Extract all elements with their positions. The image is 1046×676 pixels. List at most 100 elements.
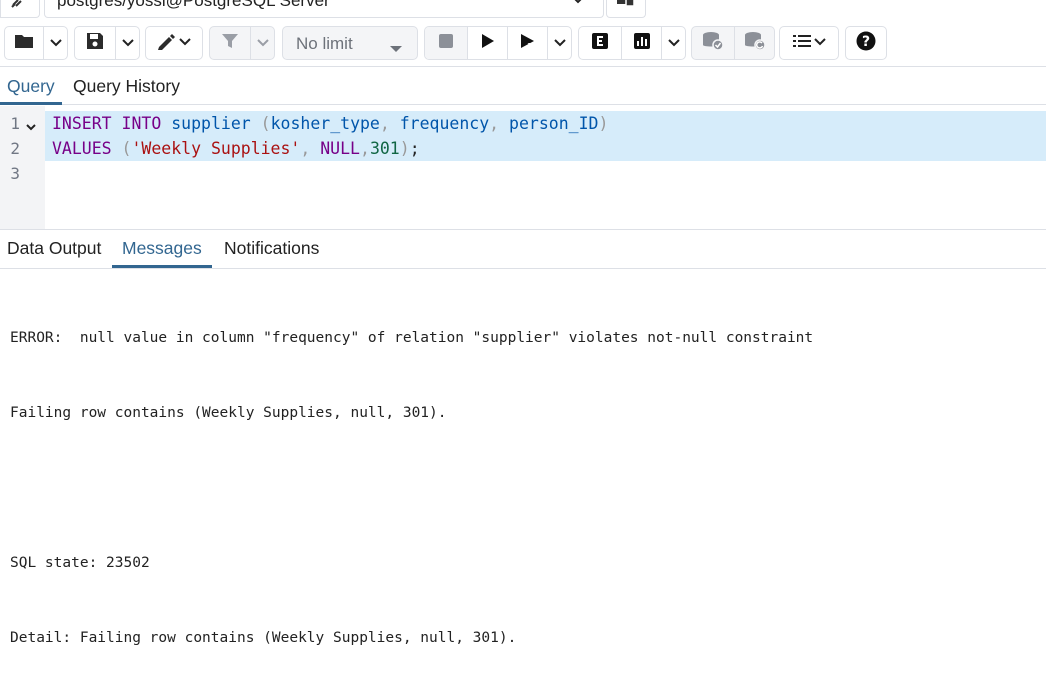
new-connection-button[interactable] xyxy=(606,0,646,18)
filter-group xyxy=(209,26,275,60)
column-name: frequency xyxy=(399,114,490,133)
punctuation: , xyxy=(379,114,390,133)
editor-gutter: 1 2 3 xyxy=(0,106,45,229)
row-limit-value: No limit xyxy=(296,34,353,53)
play-icon xyxy=(481,33,495,54)
help-button-content: ? xyxy=(846,27,886,59)
help-icon: ? xyxy=(856,31,876,56)
chevron-down-icon xyxy=(256,34,269,52)
chevron-down-icon xyxy=(553,34,566,52)
stop-button[interactable] xyxy=(425,27,467,59)
edit-button-content xyxy=(146,27,202,59)
filter-button[interactable] xyxy=(210,27,250,59)
format-button[interactable] xyxy=(779,26,839,60)
format-button-content xyxy=(780,27,838,59)
save-button[interactable] xyxy=(75,27,115,59)
column-name: kosher_type xyxy=(270,114,380,133)
commit-button[interactable] xyxy=(692,27,734,59)
explain-button[interactable] xyxy=(579,27,621,59)
rollback-button[interactable] xyxy=(734,27,774,59)
semicolon: ; xyxy=(409,139,420,158)
edit-button[interactable] xyxy=(145,26,203,60)
code-line-1: INSERT INTO supplier (kosher_type, frequ… xyxy=(45,111,1046,136)
explain-group xyxy=(578,26,686,60)
tab-query[interactable]: Query xyxy=(0,67,62,105)
query-tabs: Query Query History xyxy=(0,66,1046,105)
query-toolbar: No limit 1 ? xyxy=(0,26,1046,62)
keyword: VALUES xyxy=(52,139,112,158)
save-group xyxy=(74,26,140,60)
list-format-icon xyxy=(791,32,827,55)
keyword: NULL xyxy=(320,139,360,158)
save-icon xyxy=(86,32,104,55)
keyword: INTO xyxy=(121,114,162,133)
punctuation: ( xyxy=(121,139,132,158)
execute-group: 1 xyxy=(424,26,572,60)
failing-row-line: Failing row contains (Weekly Supplies, n… xyxy=(10,405,447,421)
execute-script-button[interactable]: 1 xyxy=(507,27,547,59)
punctuation: , xyxy=(360,139,370,158)
tab-query-history[interactable]: Query History xyxy=(66,67,187,105)
explain-dropdown[interactable] xyxy=(661,27,685,59)
save-dropdown[interactable] xyxy=(115,27,139,59)
punctuation: , xyxy=(489,114,500,133)
code-line-2: VALUES ('Weekly Supplies', NULL,301); xyxy=(45,136,1046,161)
chevron-down-icon xyxy=(571,0,585,9)
pen-icon xyxy=(156,32,192,55)
fold-chevron-icon[interactable] xyxy=(26,118,36,136)
execute-button[interactable] xyxy=(467,27,507,59)
line-number: 2 xyxy=(10,139,20,158)
keyword: INSERT xyxy=(52,114,112,133)
sql-editor[interactable]: 1 2 3 INSERT INTO supplier (kosher_type,… xyxy=(0,106,1046,230)
help-button[interactable]: ? xyxy=(845,26,887,60)
open-file-group xyxy=(4,26,68,60)
folder-icon xyxy=(14,33,34,54)
explain-analyze-icon xyxy=(633,32,651,55)
tab-messages[interactable]: Messages xyxy=(112,230,212,268)
execute-dropdown[interactable] xyxy=(547,27,571,59)
column-name: person_ID xyxy=(509,114,599,133)
connection-status-button[interactable] xyxy=(0,0,40,18)
table-name: supplier xyxy=(171,114,251,133)
connection-label: postgres/yossi@PostgreSQL Server xyxy=(57,0,330,10)
explain-analyze-button[interactable] xyxy=(621,27,661,59)
commit-icon xyxy=(702,31,724,56)
chevron-down-icon xyxy=(121,34,134,52)
detail-line: Detail: Failing row contains (Weekly Sup… xyxy=(10,630,517,646)
row-limit-select[interactable]: No limit xyxy=(282,26,418,60)
filter-dropdown[interactable] xyxy=(250,27,274,59)
line-number: 1 xyxy=(10,114,20,133)
filter-icon xyxy=(221,32,239,55)
punctuation: ( xyxy=(260,114,271,133)
tab-data-output[interactable]: Data Output xyxy=(0,230,111,268)
connection-icon xyxy=(10,0,30,13)
database-stack-icon xyxy=(616,0,636,12)
punctuation: , xyxy=(300,139,311,158)
sql-state-line: SQL state: 23502 xyxy=(10,555,150,571)
open-file-dropdown[interactable] xyxy=(43,27,67,59)
punctuation: ) xyxy=(399,139,410,158)
chevron-down-icon xyxy=(667,34,680,52)
connection-select[interactable]: postgres/yossi@PostgreSQL Server xyxy=(44,0,604,18)
tab-notifications[interactable]: Notifications xyxy=(214,230,329,268)
chevron-down-icon xyxy=(49,34,62,52)
open-file-button[interactable] xyxy=(5,27,43,59)
svg-text:?: ? xyxy=(862,34,870,50)
explain-icon xyxy=(591,32,609,55)
stop-icon xyxy=(438,33,454,54)
chevron-down-icon xyxy=(389,40,403,58)
line-number: 3 xyxy=(10,164,20,183)
play-step-icon: 1 xyxy=(519,32,537,55)
connection-bar: postgres/yossi@PostgreSQL Server xyxy=(0,0,1046,18)
number-literal: 301 xyxy=(369,139,400,158)
rollback-icon xyxy=(744,31,766,56)
transaction-group xyxy=(691,26,775,60)
error-message-line: ERROR: null value in column "frequency" … xyxy=(10,330,814,346)
string-literal: 'Weekly Supplies' xyxy=(131,139,301,158)
messages-output: ERROR: null value in column "frequency" … xyxy=(10,276,813,676)
result-tabs: Data Output Messages Notifications xyxy=(0,230,1046,269)
svg-text:1: 1 xyxy=(527,42,532,50)
punctuation: ) xyxy=(598,114,609,133)
